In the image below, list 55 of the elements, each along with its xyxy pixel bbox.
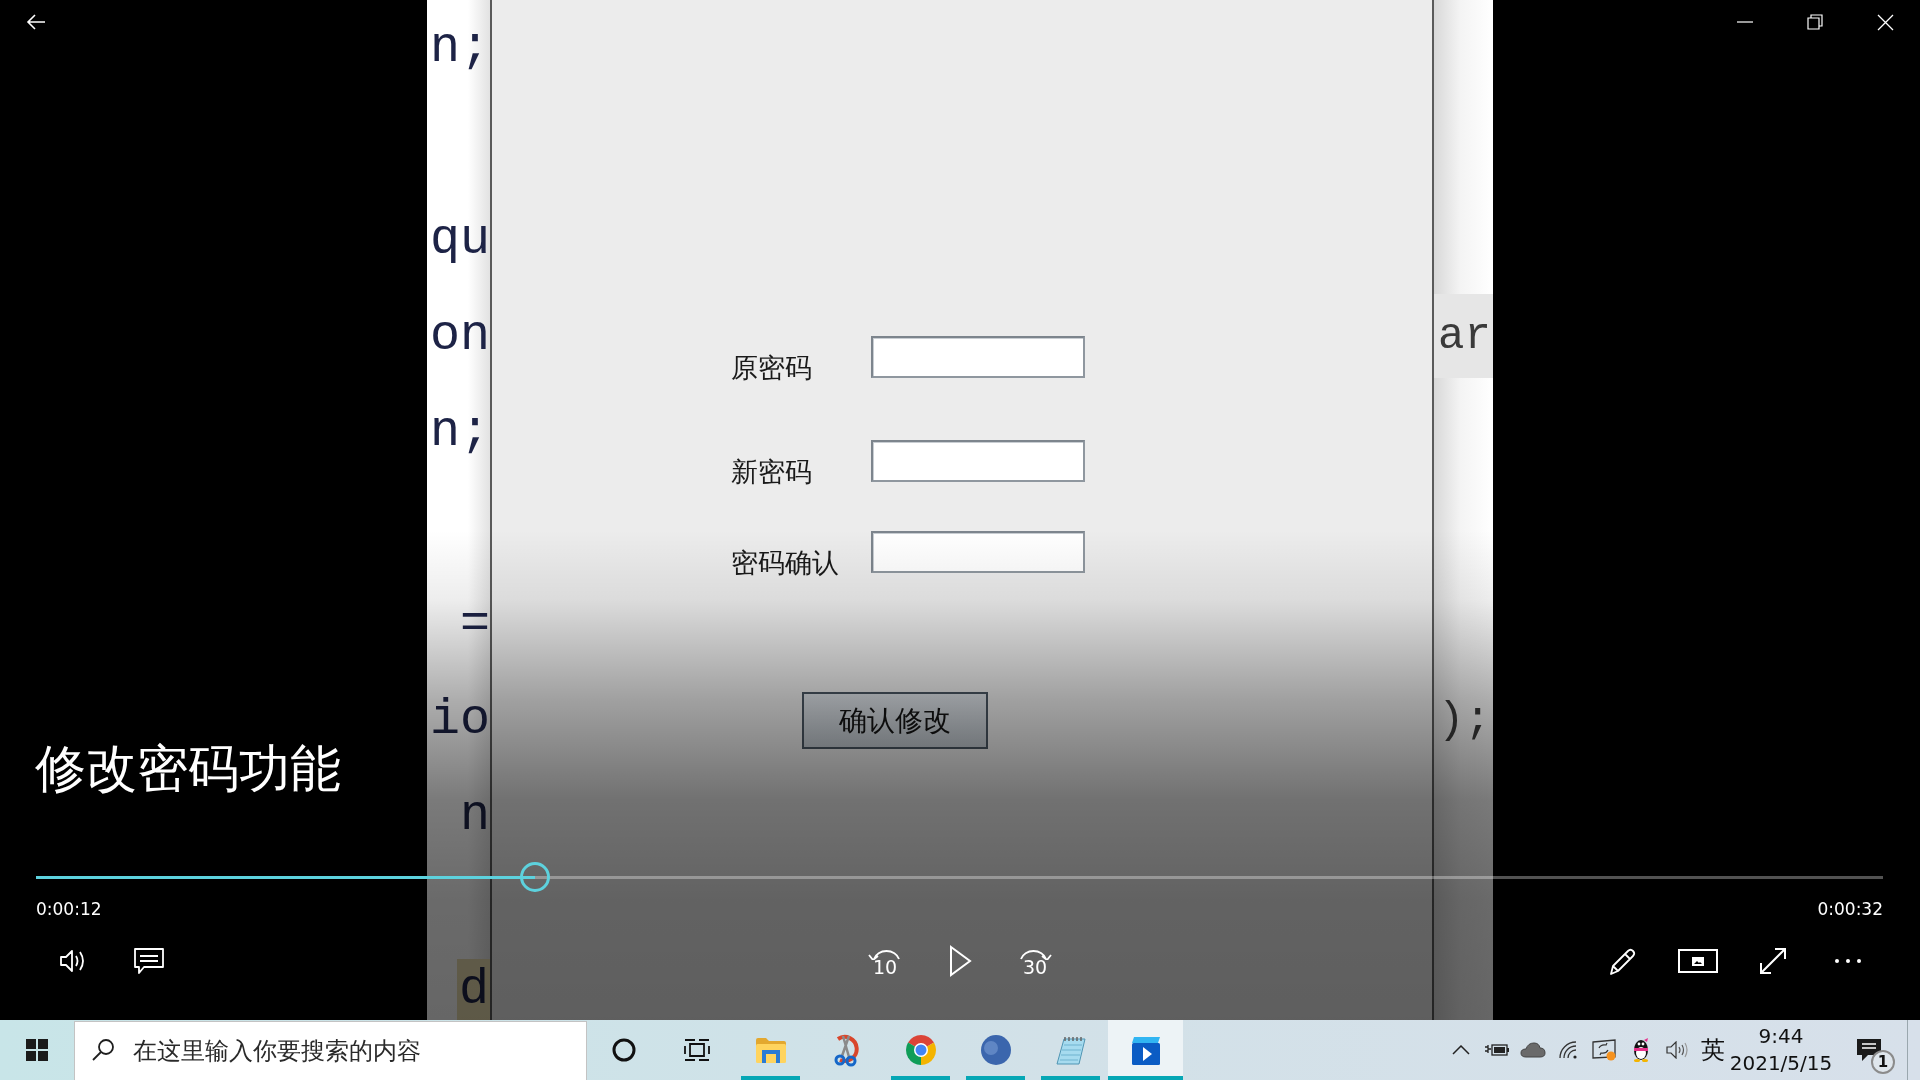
chevron-up-icon[interactable]: [1452, 1045, 1470, 1055]
ring-icon: [611, 1038, 636, 1062]
restore-icon: [1807, 14, 1823, 30]
password-field[interactable]: [871, 440, 1085, 482]
code-text: ar: [1434, 294, 1493, 378]
penguin-icon[interactable]: [1631, 1038, 1651, 1062]
play-tile-icon: [1129, 1034, 1162, 1066]
speech-bubble-icon: [132, 947, 165, 975]
search-field[interactable]: 在这里输入你要搜索的内容: [74, 1021, 587, 1080]
field-label: 新密码: [731, 458, 813, 486]
skip-forward-button[interactable]: 30: [997, 931, 1073, 991]
code-text: n: [460, 791, 490, 841]
total-time: 0:00:32: [1817, 899, 1883, 919]
password-field[interactable]: [871, 531, 1085, 573]
clock-button[interactable]: 9:44 2021/5/15: [1731, 1020, 1831, 1080]
wifi-icon[interactable]: [1559, 1041, 1579, 1059]
pencil-icon: [1607, 946, 1638, 976]
code-text: qu: [430, 215, 490, 265]
code-text: d: [457, 959, 490, 1020]
code-text: n;: [430, 23, 490, 73]
notepad-icon: [1054, 1034, 1087, 1066]
taskbar-app-button[interactable]: [1108, 1020, 1183, 1080]
search-icon: [91, 1038, 115, 1062]
back-arrow-icon: [26, 13, 46, 31]
cloud-icon[interactable]: [1520, 1042, 1546, 1058]
picture-frame-icon: [1677, 949, 1718, 973]
sync-monitor-icon[interactable]: [1592, 1039, 1618, 1061]
elapsed-time: 0:00:12: [36, 899, 102, 919]
browser-icon: [904, 1034, 937, 1066]
task-view-icon: [683, 1038, 710, 1062]
field-label: 密码确认: [731, 549, 840, 577]
more-dots-icon: [1833, 958, 1862, 964]
field-label: 原密码: [731, 354, 813, 382]
code-text: io: [430, 695, 490, 745]
speaker-icon[interactable]: [1666, 1041, 1688, 1059]
round-app-icon: [979, 1034, 1012, 1066]
four-squares-icon: [25, 1039, 48, 1061]
minimize-icon: [1737, 21, 1753, 23]
notification-count: 1: [1871, 1050, 1895, 1074]
code-text: =: [460, 599, 490, 649]
skip-back-button[interactable]: 10: [847, 931, 923, 991]
code-text: n;: [430, 407, 490, 457]
folder-icon: [754, 1036, 787, 1064]
diagonal-arrows-icon: [1757, 946, 1788, 976]
code-text: on: [430, 311, 490, 361]
battery-icon[interactable]: [1484, 1042, 1510, 1058]
video-title: 修改密码功能: [34, 739, 341, 799]
confirm-button[interactable]: 确认修改: [802, 692, 988, 749]
notifications-button[interactable]: 1: [1831, 1020, 1907, 1080]
input-method-button[interactable]: 英: [1695, 1020, 1731, 1080]
seek-thumb[interactable]: [519, 862, 550, 892]
play-icon: [948, 945, 972, 977]
password-field[interactable]: [871, 336, 1085, 378]
close-icon: [1876, 13, 1894, 31]
code-text: );: [1437, 698, 1492, 742]
